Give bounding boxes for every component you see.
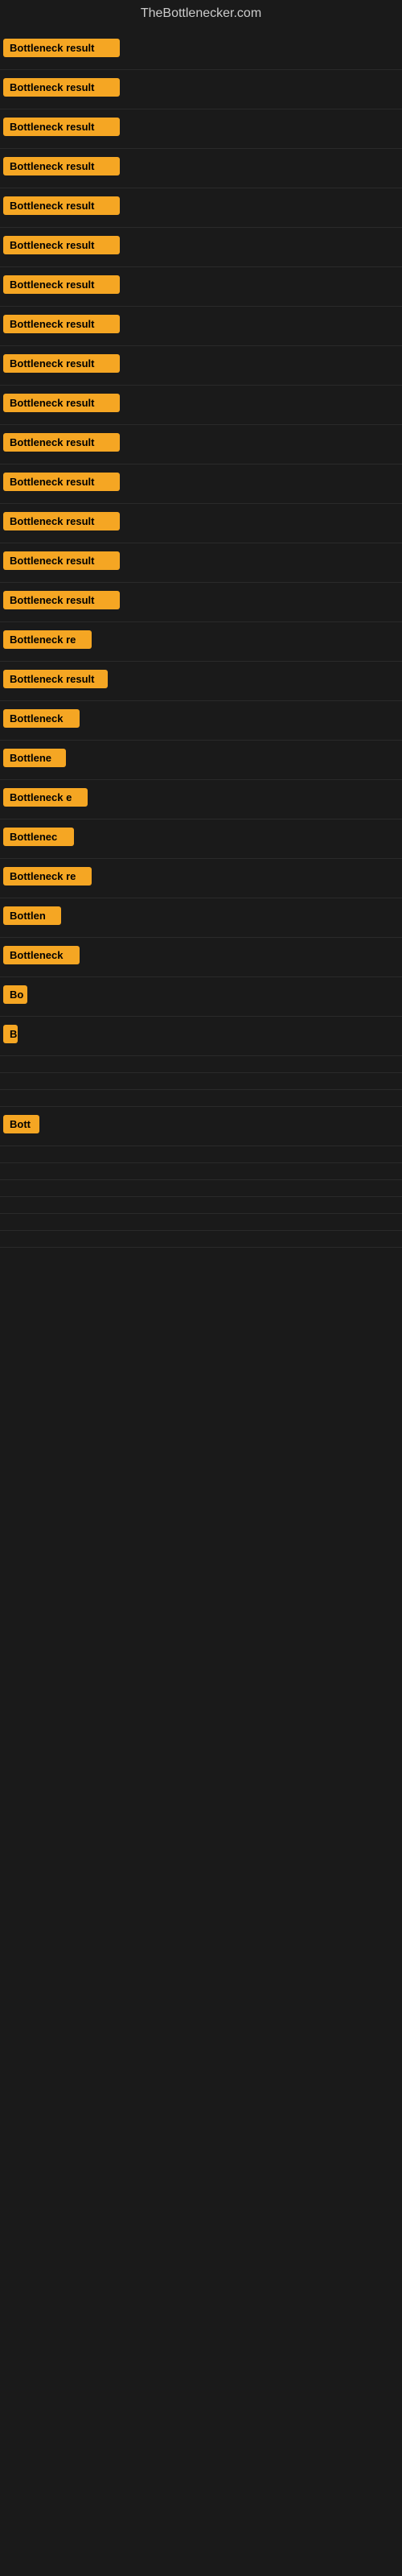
- bottleneck-result-label: B: [3, 1025, 18, 1043]
- bottleneck-result-label: Bottleneck re: [3, 867, 92, 886]
- bottleneck-result-label: Bottleneck result: [3, 394, 120, 412]
- bottleneck-result-label: Bottleneck result: [3, 275, 120, 294]
- table-row: Bottleneck result: [0, 267, 402, 307]
- table-row: Bottleneck result: [0, 662, 402, 701]
- bottleneck-result-label: Bottlene: [3, 749, 66, 767]
- bottleneck-result-label: Bottleneck result: [3, 473, 120, 491]
- table-row: [0, 1197, 402, 1214]
- bottleneck-result-label: Bottleneck e: [3, 788, 88, 807]
- site-title: TheBottlenecker.com: [0, 0, 402, 31]
- bottleneck-result-label: Bottleneck result: [3, 512, 120, 530]
- bottleneck-result-label: Bottleneck result: [3, 196, 120, 215]
- bottleneck-result-label: Bo: [3, 985, 27, 1004]
- table-row: Bottleneck result: [0, 70, 402, 109]
- table-row: [0, 1056, 402, 1073]
- bottleneck-result-label: Bottlenec: [3, 828, 74, 846]
- table-row: Bottleneck result: [0, 307, 402, 346]
- bottleneck-result-label: Bottleneck result: [3, 315, 120, 333]
- table-row: Bottleneck e: [0, 780, 402, 819]
- table-row: Bottlene: [0, 741, 402, 780]
- bottleneck-result-label: Bottlen: [3, 906, 61, 925]
- table-row: Bottlen: [0, 898, 402, 938]
- table-row: Bottleneck result: [0, 583, 402, 622]
- table-row: Bottleneck result: [0, 109, 402, 149]
- table-row: [0, 1180, 402, 1197]
- table-row: Bottleneck result: [0, 504, 402, 543]
- bottleneck-result-label: Bottleneck result: [3, 433, 120, 452]
- table-row: Bottleneck result: [0, 188, 402, 228]
- table-row: [0, 1214, 402, 1231]
- bottleneck-result-label: Bottleneck result: [3, 236, 120, 254]
- bottleneck-result-label: Bottleneck result: [3, 157, 120, 175]
- table-row: B: [0, 1017, 402, 1056]
- table-row: [0, 1090, 402, 1107]
- table-row: [0, 1073, 402, 1090]
- table-row: Bottleneck result: [0, 425, 402, 464]
- table-row: Bottleneck: [0, 938, 402, 977]
- bottleneck-result-label: Bott: [3, 1115, 39, 1133]
- table-row: [0, 1146, 402, 1163]
- table-row: Bottleneck re: [0, 859, 402, 898]
- bottleneck-result-label: Bottleneck result: [3, 551, 120, 570]
- table-row: Bottleneck result: [0, 346, 402, 386]
- table-row: Bo: [0, 977, 402, 1017]
- bottleneck-result-label: Bottleneck result: [3, 39, 120, 57]
- table-row: Bottleneck result: [0, 228, 402, 267]
- table-row: Bottleneck result: [0, 31, 402, 70]
- table-row: Bottleneck result: [0, 464, 402, 504]
- bottleneck-result-label: Bottleneck result: [3, 591, 120, 609]
- table-row: [0, 1231, 402, 1248]
- table-row: Bottleneck re: [0, 622, 402, 662]
- bottleneck-result-label: Bottleneck result: [3, 354, 120, 373]
- bottleneck-result-label: Bottleneck result: [3, 670, 108, 688]
- table-row: Bottlenec: [0, 819, 402, 859]
- table-row: [0, 1163, 402, 1180]
- bottleneck-result-label: Bottleneck result: [3, 118, 120, 136]
- bottleneck-result-label: Bottleneck re: [3, 630, 92, 649]
- table-row: Bott: [0, 1107, 402, 1146]
- bottleneck-result-label: Bottleneck: [3, 709, 80, 728]
- bottleneck-result-label: Bottleneck result: [3, 78, 120, 97]
- table-row: Bottleneck result: [0, 543, 402, 583]
- table-row: Bottleneck: [0, 701, 402, 741]
- table-row: Bottleneck result: [0, 386, 402, 425]
- table-row: Bottleneck result: [0, 149, 402, 188]
- bottleneck-result-label: Bottleneck: [3, 946, 80, 964]
